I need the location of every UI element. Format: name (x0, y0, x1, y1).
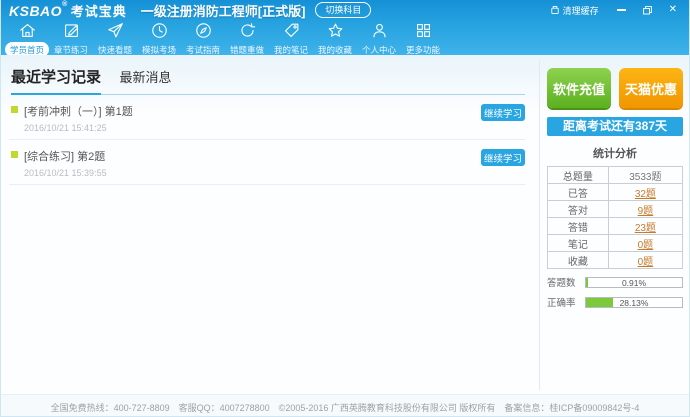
progress-percent: 28.13% (619, 297, 649, 308)
app-logo: KSBAO® 考试宝典 (9, 1, 127, 20)
record-title[interactable]: [考前冲刺（一）] 第1题 (24, 103, 133, 119)
clear-cache-button[interactable]: 清理缓存 (550, 4, 599, 17)
nav-item-chapter-practice[interactable]: 章节练习 (49, 19, 93, 57)
record-bullet-icon (11, 151, 18, 158)
nav-item-redo-wrong[interactable]: 错题重做 (225, 19, 269, 57)
record-title[interactable]: [综合练习] 第2题 (24, 148, 107, 164)
app-header: KSBAO® 考试宝典 一级注册消防工程师[正式版] 切换科目 清理缓存 ✕ 学员… (1, 0, 689, 57)
continue-study-button[interactable]: 继续学习 (481, 104, 525, 121)
stats-row: 已答 32题 (547, 183, 684, 201)
stat-value: 9题 (607, 200, 684, 218)
stat-value-link[interactable]: 0题 (638, 257, 654, 268)
app-title: 一级注册消防工程师[正式版] (140, 3, 306, 19)
app-window: KSBAO® 考试宝典 一级注册消防工程师[正式版] 切换科目 清理缓存 ✕ 学员… (0, 0, 690, 417)
user-icon (372, 23, 386, 38)
redo-icon (240, 23, 255, 37)
app-name: 考试宝典 (70, 3, 127, 19)
stat-value: 0题 (607, 251, 684, 269)
tab-latest-news[interactable]: 最新消息 (119, 70, 171, 85)
main-nav: 学员首页 章节练习 快速看题 模拟考场 考试指南 错题重做 我的笔记 我的收藏 … (1, 19, 689, 57)
progress-row: 正确率 28.13% (547, 295, 683, 309)
stat-value: 32题 (607, 183, 684, 201)
sidebar: 软件充值 天猫优惠 距离考试还有387天 统计分析 总题量 3533题 已答 3… (547, 60, 684, 309)
tab-recent-study-records[interactable]: 最近学习记录 (11, 69, 101, 86)
compass-icon (195, 23, 211, 38)
main-panel: 最近学习记录 最新消息 [考前冲刺（一）] 第1题 2016/10/21 15:… (1, 55, 539, 394)
tab-bar: 最近学习记录 最新消息 (11, 66, 525, 95)
divider (9, 184, 525, 185)
progress-label: 答题数 (547, 278, 576, 289)
progress-label: 正确率 (547, 298, 576, 309)
paper-plane-icon (107, 23, 123, 38)
nav-item-quick-questions[interactable]: 快速看题 (93, 19, 137, 57)
stat-value-link[interactable]: 0题 (638, 240, 654, 251)
progress-percent: 0.91% (621, 277, 647, 288)
nav-item-more-functions[interactable]: 更多功能 (401, 19, 445, 57)
progress-row: 答题数 0.91% (547, 275, 683, 289)
stat-value: 3533题 (607, 166, 684, 184)
nav-item-personal-center[interactable]: 个人中心 (357, 19, 401, 57)
stat-label: 总题量 (547, 166, 609, 184)
stats-table: 总题量 3533题 已答 32题 答对 9题 答错 23题 笔记 0题 收藏 0… (547, 166, 684, 269)
stat-value: 23题 (607, 217, 684, 235)
nav-item-student-home[interactable]: 学员首页 (5, 19, 50, 57)
titlebar: KSBAO® 考试宝典 一级注册消防工程师[正式版] 切换科目 清理缓存 ✕ (1, 0, 689, 20)
promo-buttons: 软件充值 天猫优惠 (547, 68, 683, 108)
nav-item-mock-exam[interactable]: 模拟考场 (137, 19, 181, 57)
vertical-divider (539, 60, 540, 390)
stat-label: 答对 (547, 200, 609, 218)
stat-value-link[interactable]: 32题 (635, 189, 656, 200)
stat-label: 收藏 (547, 251, 609, 269)
clear-cache-icon (550, 6, 559, 14)
stat-value-link[interactable]: 9题 (638, 206, 654, 217)
stats-row: 总题量 3533题 (547, 166, 684, 184)
stats-row: 答对 9题 (547, 200, 684, 218)
stat-label: 答错 (547, 217, 609, 235)
switch-subject-button[interactable]: 切换科目 (315, 2, 372, 18)
progress-bar: 28.13% (585, 296, 683, 308)
stats-row: 收藏 0题 (547, 251, 684, 269)
exam-countdown-banner[interactable]: 距离考试还有387天 (547, 117, 683, 136)
stats-row: 笔记 0题 (547, 234, 684, 252)
divider (9, 139, 525, 140)
edit-icon (64, 24, 78, 37)
nav-item-my-favorites[interactable]: 我的收藏 (313, 19, 357, 57)
study-record-row: [综合练习] 第2题 2016/10/21 15:39:55 继续学习 (11, 148, 525, 178)
record-timestamp: 2016/10/21 15:39:55 (24, 168, 107, 178)
grid-icon (416, 24, 430, 37)
close-icon[interactable]: ✕ (669, 5, 677, 15)
continue-study-button[interactable]: 继续学习 (481, 149, 525, 166)
progress-bar: 0.91% (585, 276, 683, 288)
star-icon (328, 23, 342, 37)
window-controls: ✕ (616, 5, 677, 16)
record-bullet-icon (11, 106, 18, 113)
registered-mark: ® (62, 0, 68, 8)
minimize-icon[interactable] (616, 9, 626, 11)
record-timestamp: 2016/10/21 15:41:25 (24, 123, 107, 133)
nav-item-my-notes[interactable]: 我的笔记 (269, 19, 313, 57)
record-text: [考前冲刺（一）] 第1题 2016/10/21 15:41:25 (24, 103, 133, 133)
stat-value-link[interactable]: 23题 (635, 223, 656, 234)
stat-label: 已答 (547, 183, 609, 201)
clock-icon (151, 23, 167, 38)
tmall-discount-button[interactable]: 天猫优惠 (619, 68, 683, 108)
home-icon (19, 24, 35, 37)
study-record-row: [考前冲刺（一）] 第1题 2016/10/21 15:41:25 继续学习 (11, 103, 525, 133)
stats-row: 答错 23题 (547, 217, 684, 235)
logo-text: KSBAO (9, 2, 63, 19)
stat-value: 0题 (607, 234, 684, 252)
software-recharge-button[interactable]: 软件充值 (547, 68, 611, 108)
record-text: [综合练习] 第2题 2016/10/21 15:39:55 (24, 148, 107, 178)
maximize-icon[interactable] (642, 5, 653, 16)
stats-title: 统计分析 (593, 148, 637, 160)
clear-cache-label: 清理缓存 (562, 5, 599, 16)
tag-icon (284, 23, 298, 37)
stat-label: 笔记 (547, 234, 609, 252)
footer: 全国免费热线：400-727-8809 客服QQ：4007278800 ©200… (1, 394, 689, 416)
nav-item-exam-guide[interactable]: 考试指南 (181, 19, 225, 57)
